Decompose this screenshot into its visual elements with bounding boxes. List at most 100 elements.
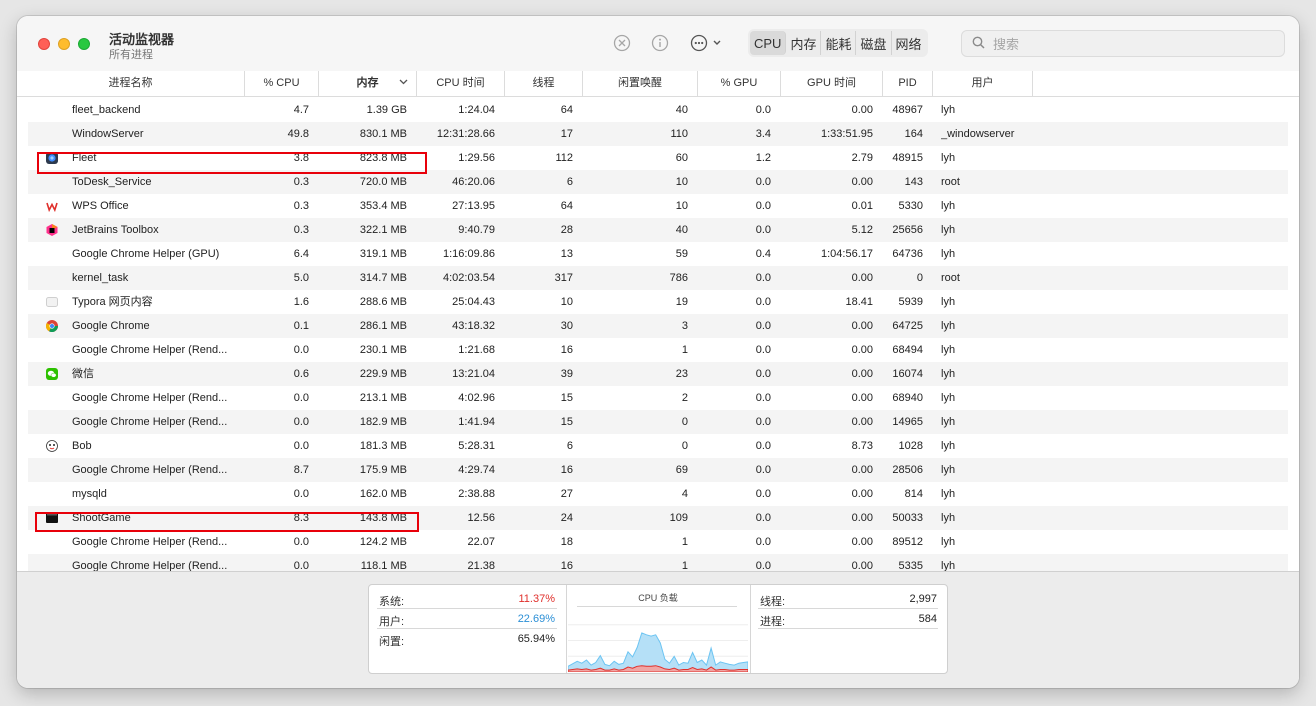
cell-pid: 164 (904, 128, 923, 140)
minimize-window-button[interactable] (58, 38, 70, 50)
stop-process-icon[interactable] (612, 33, 632, 53)
tab-1[interactable]: 内存 (786, 31, 822, 55)
cell-idle-wakeups: 40 (675, 104, 688, 116)
process-table: fleet_backend 4.7 1.39 GB 1:24.04 64 40 0.0 0.0… (17, 98, 1299, 571)
table-row[interactable]: Google Chrome Helper (Rend... 0.0 182.9 MB… (28, 410, 1288, 434)
zoom-window-button[interactable] (78, 38, 90, 50)
cell-mem: 230.1 MB (359, 344, 407, 356)
cell-mem: 288.6 MB (359, 296, 407, 308)
cell-name: mysqld (72, 488, 107, 500)
cell-cpu: 0.1 (293, 320, 309, 332)
table-row[interactable]: ShootGame 8.3 143.8 MB 12.56 24 109 0.0 0.00 500… (28, 506, 1288, 530)
cell-name: Google Chrome Helper (Rend... (72, 344, 228, 356)
cell-name: JetBrains Toolbox (72, 224, 159, 236)
cell-cpu: 0.0 (293, 392, 309, 404)
table-row[interactable]: fleet_backend 4.7 1.39 GB 1:24.04 64 40 0.0 0.0… (28, 98, 1288, 122)
cell-gpu: 0.0 (755, 368, 771, 380)
column-header-user[interactable]: 用户 (933, 71, 1033, 96)
cell-name: ToDesk_Service (72, 176, 152, 188)
cell-gpu-time: 2.79 (851, 152, 873, 164)
cell-mem: 213.1 MB (359, 392, 407, 404)
cell-gpu-time: 0.00 (851, 416, 873, 428)
cell-mem: 118.1 MB (360, 560, 407, 571)
cell-name: Google Chrome Helper (Rend... (72, 392, 228, 404)
activity-monitor-window: 活动监视器 所有进程 CPU 内存 能耗 磁盘 网络 搜索 进程名称% CPU 内存 CPU… (17, 16, 1299, 688)
cell-threads: 27 (560, 488, 573, 500)
table-row[interactable]: kernel_task 5.0 314.7 MB 4:02:03.54 317 786 0.… (28, 266, 1288, 290)
cell-name: Fleet (72, 152, 97, 164)
cell-pid: 89512 (892, 536, 923, 548)
cell-mem: 175.9 MB (359, 464, 407, 476)
cell-idle-wakeups: 1 (681, 344, 688, 356)
cell-gpu-time: 1:33:51.95 (821, 128, 873, 140)
cell-idle-wakeups: 19 (675, 296, 688, 308)
table-row[interactable]: Google Chrome Helper (Rend... 0.0 213.1 MB… (28, 386, 1288, 410)
cell-user: lyh (941, 296, 956, 308)
table-row[interactable]: Fleet 3.8 823.8 MB 1:29.56 112 60 1.2 2.79 48915… (28, 146, 1288, 170)
info-icon[interactable] (650, 33, 670, 53)
table-row[interactable]: Google Chrome Helper (Rend... 0.0 230.1 MB… (28, 338, 1288, 362)
cell-mem: 143.8 MB (359, 512, 407, 524)
table-row[interactable]: Bob 0.0 181.3 MB 5:28.31 6 0 0.0 8.73 1028 lyh (28, 434, 1288, 458)
table-row[interactable]: ToDesk_Service 0.3 720.0 MB 46:20.06 6 10 0.0 0… (28, 170, 1288, 194)
cell-threads: 6 (566, 176, 573, 188)
column-header-idle-wakeups[interactable]: 闲置唤醒 (583, 71, 698, 96)
table-row[interactable]: Google Chrome Helper (Rend... 8.7 175.9 MB… (28, 458, 1288, 482)
table-row[interactable]: Google Chrome Helper (GPU) 6.4 319.1 MB 1:1… (28, 242, 1288, 266)
cell-cpu: 6.4 (293, 248, 309, 260)
divider (377, 628, 557, 629)
cell-gpu-time: 0.00 (851, 320, 873, 332)
cell-gpu: 0.0 (755, 488, 771, 500)
cell-gpu: 0.0 (755, 512, 771, 524)
cell-name: WindowServer (72, 128, 144, 140)
table-row[interactable]: 微信 0.6 229.9 MB 13:21.04 39 23 0.0 0.00 16074 lyh (28, 362, 1288, 386)
column-header-name[interactable]: 进程名称 (17, 71, 245, 96)
cpu-load-chart (568, 624, 748, 672)
column-header-threads[interactable]: 线程 (505, 71, 583, 96)
tab-3[interactable]: 磁盘 (856, 31, 892, 55)
cell-pid: 14965 (892, 416, 923, 428)
user-label: 用户: (379, 616, 405, 628)
cpu-load-chart-title: CPU 负载 (638, 593, 678, 603)
table-row[interactable]: mysqld 0.0 162.0 MB 2:38.88 27 4 0.0 0.00 814 lyh (28, 482, 1288, 506)
cell-name: Google Chrome Helper (Rend... (72, 416, 228, 428)
cell-cpu-time: 4:02:03.54 (443, 272, 495, 284)
column-header-mem[interactable]: 内存 (319, 71, 417, 96)
table-row[interactable]: Google Chrome Helper (Rend... 0.0 124.2 MB… (28, 530, 1288, 554)
processes-label: 进程: (760, 616, 786, 628)
column-header-pid[interactable]: PID (883, 71, 933, 96)
table-row[interactable]: WindowServer 49.8 830.1 MB 12:31:28.66 17 110… (28, 122, 1288, 146)
table-row[interactable]: Typora 网页内容 1.6 288.6 MB 25:04.43 10 19 0.0 18.… (28, 290, 1288, 314)
cell-threads: 16 (560, 344, 573, 356)
table-row[interactable]: WPS Office 0.3 353.4 MB 27:13.95 64 10 0.0 0.01… (28, 194, 1288, 218)
cell-gpu-time: 0.00 (851, 560, 873, 571)
cell-gpu: 0.0 (755, 224, 771, 236)
cell-threads: 13 (560, 248, 573, 260)
cell-gpu-time: 0.00 (851, 176, 873, 188)
cell-cpu-time: 46:20.06 (452, 176, 495, 188)
cell-gpu: 0.4 (755, 248, 771, 260)
column-header-gpu-time[interactable]: GPU 时间 (781, 71, 883, 96)
cell-cpu: 0.3 (293, 224, 309, 236)
table-row[interactable]: JetBrains Toolbox 0.3 322.1 MB 9:40.79 28 40 0… (28, 218, 1288, 242)
table-row[interactable]: Google Chrome 0.1 286.1 MB 43:18.32 30 3 0.0 0.… (28, 314, 1288, 338)
close-window-button[interactable] (38, 38, 50, 50)
search-field[interactable]: 搜索 (961, 30, 1285, 57)
cell-user: lyh (941, 248, 956, 260)
column-header-gpu[interactable]: % GPU (698, 71, 781, 96)
tab-2[interactable]: 能耗 (821, 31, 857, 55)
cell-gpu-time: 5.12 (851, 224, 873, 236)
cell-user: lyh (941, 560, 956, 571)
more-actions-icon[interactable] (690, 33, 724, 53)
column-header-cpu[interactable]: % CPU (245, 71, 319, 96)
column-header-label: CPU 时间 (436, 77, 485, 89)
cell-cpu-time: 2:38.88 (458, 488, 495, 500)
user-value: 22.69% (517, 613, 555, 625)
cell-cpu: 3.8 (293, 152, 309, 164)
tab-4[interactable]: 网络 (892, 31, 926, 55)
column-header-cpu-time[interactable]: CPU 时间 (417, 71, 505, 96)
table-row[interactable]: Google Chrome Helper (Rend... 0.0 118.1 MB… (28, 554, 1288, 571)
cell-cpu-time: 27:13.95 (452, 200, 495, 212)
tab-0[interactable]: CPU (750, 31, 787, 55)
cell-cpu-time: 1:16:09.86 (443, 248, 495, 260)
